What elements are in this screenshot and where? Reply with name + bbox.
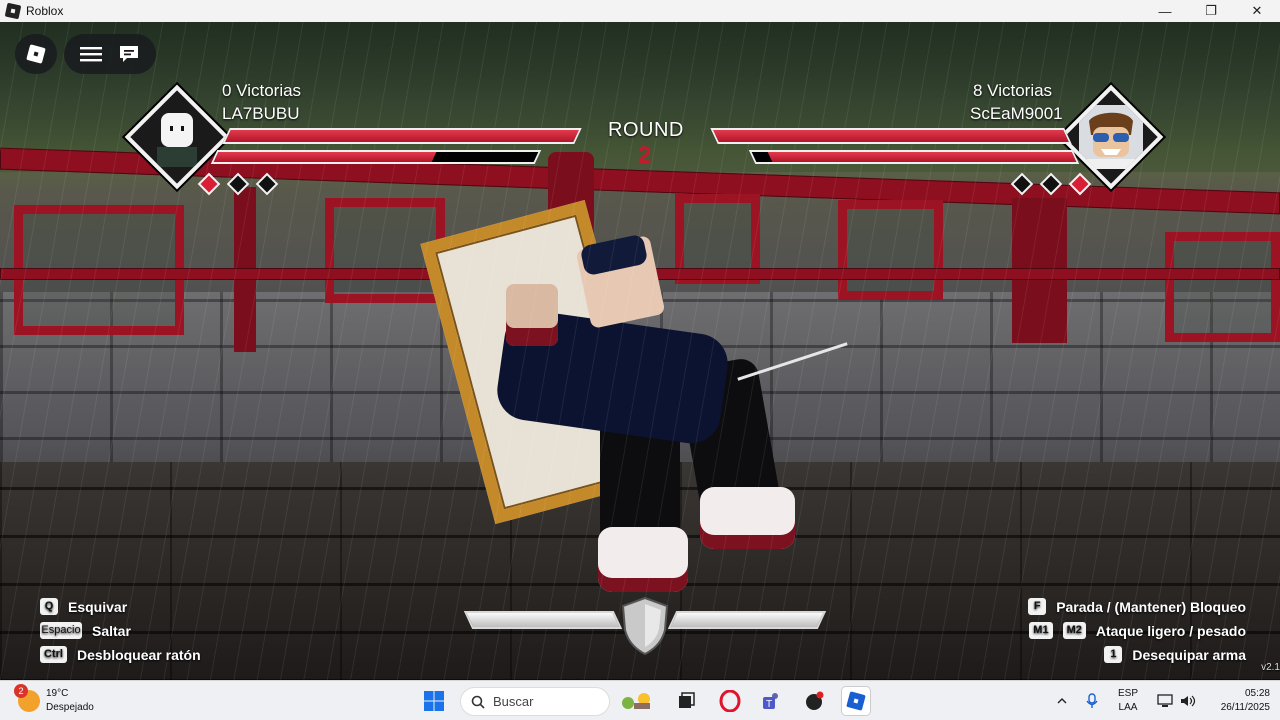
- windows-taskbar: 2 19°C Despejado Buscar T ESP LAA 05:28 …: [0, 680, 1280, 720]
- weather-widget[interactable]: 2 19°C Despejado: [14, 684, 94, 715]
- player-left-health-bar: [222, 128, 582, 144]
- key-m2: M2: [1062, 622, 1086, 639]
- player-left-wins: 0 Victorias: [222, 81, 302, 100]
- player-right-wins: 8 Victorias: [973, 81, 1053, 100]
- key-q: Q: [40, 598, 58, 615]
- hint-label: Ataque ligero / pesado: [1095, 622, 1246, 639]
- hint-label: Desbloquear ratón: [76, 646, 201, 663]
- roblox-app-icon: [4, 2, 22, 20]
- window-controls: — ❐ ✕: [1142, 0, 1280, 22]
- close-button[interactable]: ✕: [1234, 0, 1280, 22]
- hint-unlock-mouse: Ctrl Desbloquear ratón: [40, 646, 201, 663]
- key-1: 1: [1104, 646, 1123, 663]
- roblox-taskbar-icon[interactable]: [842, 687, 870, 715]
- language-indicator[interactable]: ESP LAA: [1118, 681, 1138, 720]
- hint-attack: M1 M2 Ataque ligero / pesado: [1029, 622, 1246, 639]
- health-fill: [225, 130, 579, 142]
- svg-text:T: T: [766, 699, 772, 710]
- round-label: ROUND: [608, 119, 684, 141]
- weather-temperature: 19°C: [46, 688, 69, 699]
- maximize-button[interactable]: ❐: [1188, 0, 1234, 22]
- hamburger-menu-icon[interactable]: [80, 46, 102, 62]
- hint-label: Parada / (Mantener) Bloqueo: [1056, 598, 1246, 615]
- search-highlight-icon[interactable]: [618, 689, 658, 713]
- hint-label: Desequipar arma: [1132, 646, 1246, 663]
- player-left-name: LA7BUBU: [222, 104, 300, 123]
- key-f: F: [1028, 598, 1047, 615]
- language-top: ESP: [1118, 688, 1139, 699]
- key-ctrl: Ctrl: [40, 646, 67, 663]
- search-icon: [471, 695, 485, 709]
- window-title: Roblox: [26, 4, 64, 18]
- roblox-logo-icon: [26, 44, 46, 64]
- player-right-name: ScEaM9001: [970, 104, 1063, 123]
- task-view-icon[interactable]: [674, 689, 698, 713]
- window-title-bar: Roblox — ❐ ✕: [0, 0, 1280, 22]
- teams-icon[interactable]: T: [759, 689, 783, 713]
- posture-fill: [767, 152, 1077, 162]
- key-space: Espacio: [40, 622, 82, 639]
- hint-label: Saltar: [92, 622, 131, 639]
- chat-icon[interactable]: [118, 44, 140, 64]
- roblox-menu-button[interactable]: [15, 34, 57, 74]
- volume-icon[interactable]: [1180, 681, 1196, 720]
- avatar-left: [157, 113, 197, 167]
- fence-panel: [838, 200, 943, 300]
- clock-time: 05:28: [1244, 688, 1270, 699]
- player-right-posture-bar: [748, 150, 1080, 164]
- weather-description: Despejado: [46, 702, 94, 713]
- fence-panel: [1165, 232, 1280, 342]
- network-icon[interactable]: [1157, 681, 1173, 720]
- hud-menu-group: [64, 34, 156, 74]
- game-app-icon[interactable]: [802, 689, 826, 713]
- player-right-health-bar: [710, 128, 1072, 144]
- character-shoe: [598, 527, 688, 592]
- notification-badge: 2: [14, 684, 28, 698]
- hint-label: Esquivar: [68, 598, 128, 615]
- weather-sun-icon: 2: [14, 684, 40, 712]
- microphone-icon[interactable]: [1086, 681, 1098, 720]
- character-shoe: [700, 487, 795, 549]
- avatar-right: [1079, 105, 1143, 169]
- system-clock[interactable]: 05:28 26/11/2025: [1221, 687, 1270, 715]
- opera-icon[interactable]: [718, 689, 742, 713]
- tray-overflow-icon[interactable]: [1056, 681, 1068, 720]
- posture-fill: [213, 152, 436, 162]
- hint-parry: F Parada / (Mantener) Bloqueo: [1028, 598, 1246, 615]
- search-placeholder: Buscar: [493, 694, 534, 709]
- minimize-button[interactable]: —: [1142, 0, 1188, 22]
- hint-unequip: 1 Desequipar arma: [1104, 646, 1246, 663]
- key-m1: M1: [1029, 622, 1053, 639]
- shield-icon: [621, 596, 669, 656]
- hint-dodge: Q Esquivar: [40, 598, 127, 615]
- player-left-posture-bar: [210, 150, 542, 164]
- health-fill: [713, 130, 1069, 142]
- hint-jump: Espacio Saltar: [40, 622, 131, 639]
- block-meter-right: [667, 611, 827, 629]
- round-number: 2: [638, 142, 652, 169]
- clock-date: 26/11/2025: [1220, 702, 1270, 713]
- block-meter-left: [463, 611, 623, 629]
- character-arm: [506, 284, 558, 346]
- taskbar-search[interactable]: Buscar: [460, 687, 610, 716]
- version-label: v2.1: [1261, 662, 1280, 673]
- language-bottom: LAA: [1118, 702, 1138, 713]
- windows-start-icon[interactable]: [422, 689, 446, 713]
